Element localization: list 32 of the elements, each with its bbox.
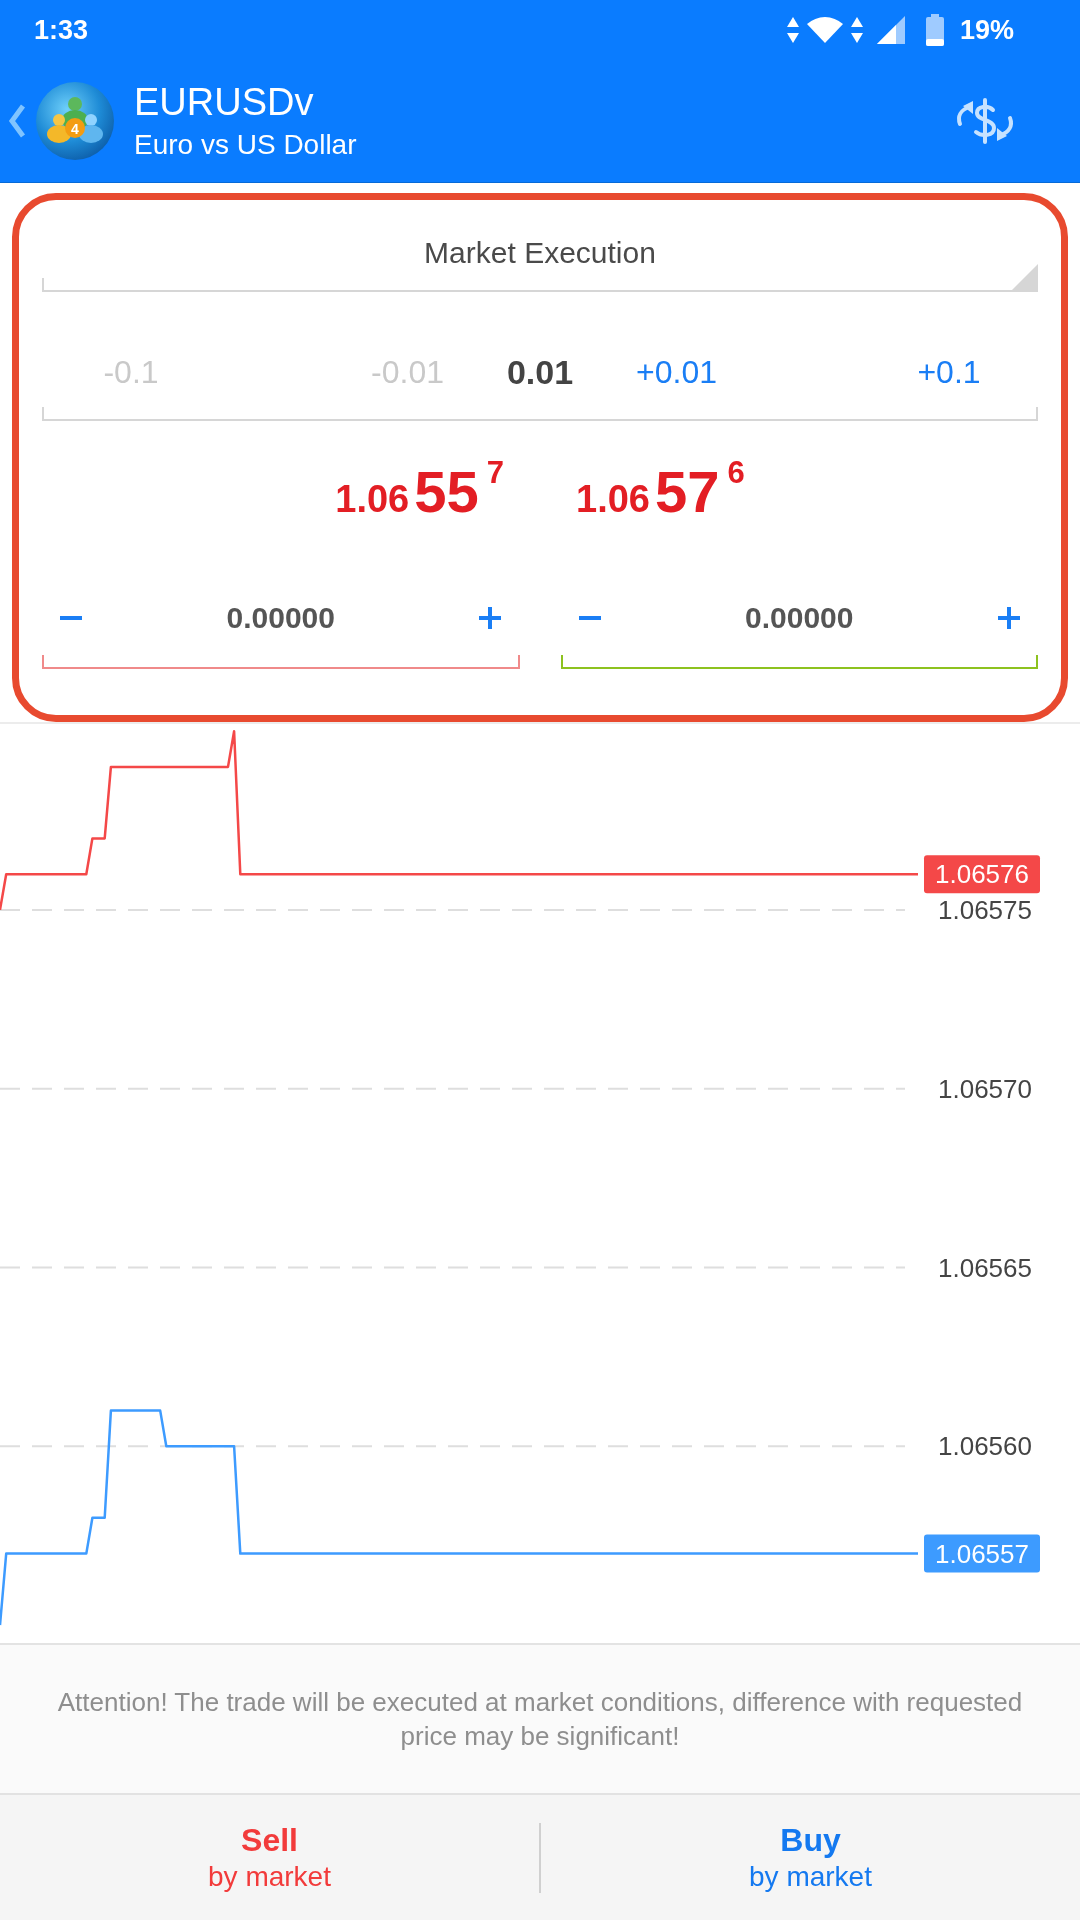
price-tag: 1.06557 — [924, 1534, 1040, 1573]
lot-step-button[interactable]: +0.01 — [630, 348, 723, 396]
battery-percent: 19% — [959, 16, 1014, 44]
data-arrows-icon — [849, 16, 864, 44]
execution-dropdown[interactable]: Market Execution — [42, 222, 1038, 292]
buy-button[interactable]: Buy by market — [541, 1795, 1080, 1920]
price-tag: 1.06576 — [924, 855, 1040, 894]
back-button[interactable] — [8, 104, 26, 138]
chevron-left-icon — [8, 104, 26, 138]
minus-icon — [60, 616, 82, 620]
price-field[interactable]: 0.00000 — [560, 589, 1038, 669]
battery-icon — [925, 14, 944, 46]
axis-label: 1.06575 — [938, 894, 1032, 925]
data-arrows-icon — [785, 16, 800, 44]
dropdown-corner-icon — [1012, 264, 1038, 290]
sell-button[interactable]: Sell by market — [0, 1795, 539, 1920]
symbol-title: EURUSDv — [134, 80, 315, 124]
status-time: 1:33 — [34, 16, 89, 44]
warning-text: Attention! The trade will be executed at market conditions, difference with requested price may be significant! — [56, 1686, 1024, 1753]
lot-step-button[interactable]: +0.1 — [911, 348, 987, 396]
plus-icon — [998, 607, 1020, 629]
lot-value: 0.01 — [506, 352, 574, 392]
app-logo: 4 — [36, 82, 114, 160]
plus-icon — [479, 607, 502, 629]
axis-label: 1.06565 — [938, 1252, 1032, 1283]
axis-label: 1.06570 — [938, 1073, 1032, 1104]
signal-icon — [875, 15, 906, 45]
symbol-description: Euro vs US Dollar — [134, 128, 357, 162]
price-field[interactable]: 0.00000 — [42, 589, 520, 669]
axis-label: 1.06560 — [938, 1431, 1032, 1462]
wifi-icon — [805, 16, 844, 44]
minus-icon — [578, 616, 601, 620]
